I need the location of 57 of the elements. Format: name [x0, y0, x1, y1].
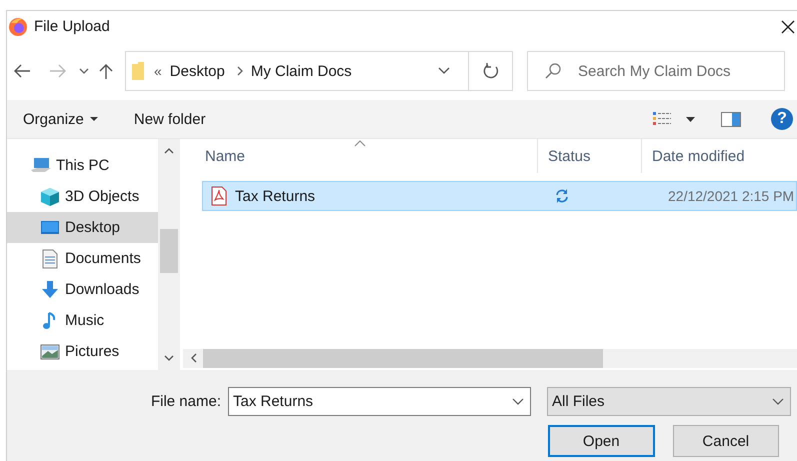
breadcrumb[interactable]: My Claim Docs: [250, 62, 352, 80]
up-arrow-icon[interactable]: [99, 63, 113, 79]
sort-caret-icon: [354, 140, 366, 147]
sidebar-item[interactable]: 3D Objects: [7, 181, 158, 212]
chevron-down-icon[interactable]: [164, 355, 174, 361]
overflow-chevron[interactable]: «: [154, 63, 162, 79]
chevron-up-icon[interactable]: [164, 148, 174, 154]
downloads-icon: [40, 280, 60, 300]
breadcrumb[interactable]: Desktop: [170, 62, 225, 80]
caret-icon[interactable]: [686, 116, 695, 122]
file-name: Tax Returns: [235, 188, 316, 204]
chevron-down-icon[interactable]: [79, 68, 89, 74]
preview-pane-icon[interactable]: [721, 112, 741, 126]
caret-icon: [90, 117, 98, 121]
open-button[interactable]: Open: [548, 425, 655, 457]
file-row[interactable]: Tax Returns 22/12/2021 2:15 PM: [202, 181, 797, 211]
scroll-thumb[interactable]: [203, 349, 603, 368]
window-title: File Upload: [34, 18, 110, 35]
sidebar-item[interactable]: Music: [7, 305, 158, 336]
pdf-file-icon: [211, 186, 227, 206]
organize-button[interactable]: Organize: [21, 108, 100, 130]
search-icon: [545, 63, 561, 79]
column-header[interactable]: Date modified: [641, 139, 797, 173]
chevron-left-icon[interactable]: [191, 353, 197, 363]
scroll-thumb[interactable]: [160, 229, 178, 273]
chevron-down-icon[interactable]: [512, 398, 524, 405]
refresh-button[interactable]: [469, 51, 513, 91]
column-header[interactable]: Name: [183, 139, 537, 173]
close-icon[interactable]: [781, 20, 795, 34]
date-modified: 22/12/2021 2:15 PM: [668, 188, 794, 204]
sidebar-item[interactable]: Documents: [7, 243, 158, 274]
sync-icon: [555, 189, 569, 203]
scrollbar[interactable]: [158, 139, 180, 370]
file-name-label: File name:: [150, 393, 221, 410]
sidebar-item[interactable]: Pictures: [7, 336, 158, 367]
chevron-down-icon[interactable]: [438, 67, 450, 75]
scrollbar[interactable]: [183, 349, 797, 368]
column-header[interactable]: Status: [537, 139, 641, 173]
new-folder-button[interactable]: New folder: [132, 108, 208, 130]
file-name-field[interactable]: Tax Returns: [228, 387, 531, 416]
sidebar-item[interactable]: This PC: [7, 150, 158, 181]
chevron-down-icon: [772, 398, 784, 405]
cancel-button[interactable]: Cancel: [672, 425, 779, 457]
help-button[interactable]: ?: [771, 108, 793, 130]
view-options-icon[interactable]: [652, 111, 672, 127]
back-arrow-icon[interactable]: [13, 64, 31, 78]
address-bar[interactable]: « Desktop My Claim Docs: [125, 51, 469, 91]
documents-icon: [40, 248, 60, 268]
browser-logo-icon: [8, 16, 28, 36]
sidebar-item[interactable]: Desktop: [7, 212, 158, 243]
search-field[interactable]: Search My Claim Docs: [527, 51, 785, 91]
refresh-icon: [482, 63, 498, 79]
pictures-icon: [40, 342, 60, 362]
chevron-right-icon[interactable]: [236, 66, 243, 76]
folder-icon: [132, 62, 144, 80]
sidebar-item[interactable]: Downloads: [7, 274, 158, 305]
file-type-dropdown[interactable]: All Files: [547, 387, 791, 416]
